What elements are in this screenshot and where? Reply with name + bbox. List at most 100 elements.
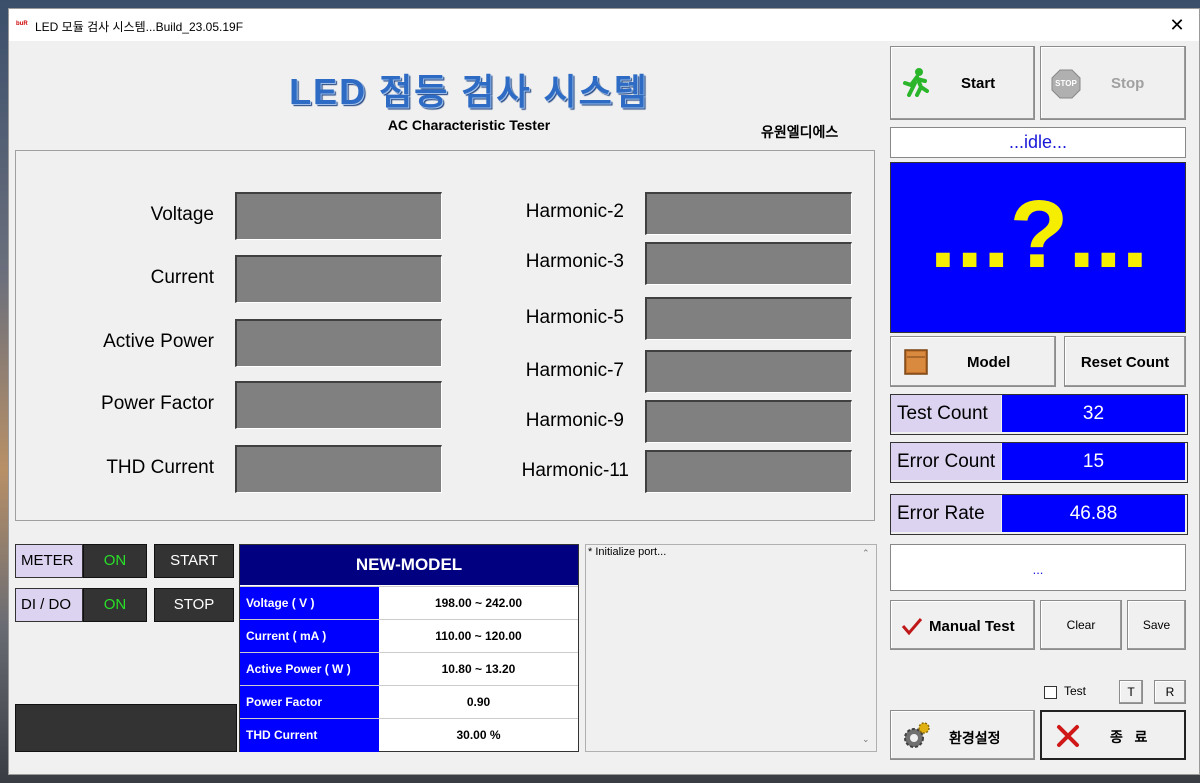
harmonic-3-value	[645, 242, 852, 285]
error-count-value: 15	[1002, 443, 1185, 480]
spec-value: 198.00 ~ 242.00	[434, 596, 523, 610]
error-count-row: Error Count 15	[890, 442, 1188, 483]
dido-toggle[interactable]: ON	[83, 588, 147, 622]
reset-count-label: Reset Count	[1080, 354, 1170, 371]
thd-current-value	[235, 445, 442, 493]
save-button[interactable]: Save	[1127, 600, 1186, 650]
company-name: 유원엘디에스	[761, 124, 839, 140]
result-indicator: ...?...	[929, 181, 1149, 288]
error-rate-row: Error Rate 46.88	[890, 494, 1188, 535]
clear-label: Clear	[1066, 618, 1096, 632]
spec-value: 0.90	[466, 695, 491, 709]
harmonic-label: Harmonic-2	[525, 201, 624, 222]
spec-key: Current ( mA )	[240, 620, 379, 653]
model-button[interactable]: Model	[890, 336, 1056, 387]
exit-button[interactable]: 종 료	[1040, 710, 1186, 760]
log-textarea[interactable]: * Initialize port... ⌃ ⌄	[585, 544, 877, 752]
app-window: buR LED 모듈 검사 시스템...Build_23.05.19F ✕ LE…	[8, 8, 1200, 775]
power-factor-value	[235, 381, 442, 429]
subtitle: AC Characteristic Tester	[387, 117, 551, 133]
running-man-icon	[903, 68, 929, 97]
measurement-panel: Voltage Current Active Power Power Facto…	[15, 150, 875, 521]
t-label: T	[1127, 685, 1135, 699]
test-count-value: 32	[1002, 395, 1185, 432]
scroll-down-icon[interactable]: ⌄	[862, 734, 870, 745]
harmonic-5-value	[645, 297, 852, 340]
close-button[interactable]: ✕	[1155, 9, 1199, 41]
meter-toggle[interactable]: ON	[83, 544, 147, 578]
harmonic-11-value	[645, 450, 852, 493]
window-title: LED 모듈 검사 시스템...Build_23.05.19F	[35, 20, 244, 34]
harmonic-label: Harmonic-7	[525, 360, 624, 381]
harmonic-9-value	[645, 400, 852, 443]
meter-label: METER	[15, 544, 83, 578]
save-label: Save	[1142, 618, 1171, 632]
title-bar: buR LED 모듈 검사 시스템...Build_23.05.19F ✕	[9, 9, 1199, 41]
spec-value: 10.80 ~ 13.20	[441, 662, 516, 676]
checkmark-icon	[901, 618, 923, 636]
main-title: LED 점등 검사 시스템	[289, 71, 649, 112]
test-checkbox[interactable]	[1044, 686, 1057, 699]
status-panel	[15, 704, 237, 752]
spec-value: 30.00 %	[456, 728, 501, 742]
start-label: Start	[961, 75, 996, 92]
t-button[interactable]: T	[1119, 680, 1143, 704]
harmonic-label: Harmonic-11	[521, 460, 629, 481]
measure-label: Power Factor	[101, 393, 214, 414]
gear-icon	[904, 722, 930, 748]
harmonic-label: Harmonic-5	[525, 307, 624, 328]
stop-sign-text: STOP	[1055, 79, 1077, 88]
table-row: THD Current 30.00 %	[240, 718, 578, 752]
harmonic-7-value	[645, 350, 852, 393]
table-row: Current ( mA ) 110.00 ~ 120.00	[240, 619, 578, 653]
test-checkbox-label: Test	[1064, 684, 1087, 698]
active-power-value	[235, 319, 442, 367]
voltage-value	[235, 192, 442, 240]
settings-button[interactable]: 환경설정	[890, 710, 1035, 760]
table-row: Active Power ( W ) 10.80 ~ 13.20	[240, 652, 578, 686]
start-button[interactable]: Start	[890, 46, 1035, 120]
measure-label: Active Power	[103, 331, 214, 352]
table-row: Power Factor 0.90	[240, 685, 578, 719]
test-count-row: Test Count 32	[890, 394, 1188, 435]
spec-table: NEW-MODEL Voltage ( V ) 198.00 ~ 242.00 …	[239, 544, 579, 752]
app-logo-icon: buR	[16, 21, 28, 27]
table-row: Voltage ( V ) 198.00 ~ 242.00	[240, 586, 578, 620]
dido-label: DI / DO	[15, 588, 83, 622]
book-icon	[904, 349, 928, 375]
result-display: ...?...	[890, 162, 1186, 333]
current-value	[235, 255, 442, 303]
exit-label: 종 료	[1110, 729, 1148, 745]
io-start-button[interactable]: START	[154, 544, 234, 578]
harmonic-label: Harmonic-3	[525, 251, 624, 272]
manual-test-button[interactable]: Manual Test	[890, 600, 1035, 650]
scroll-up-icon[interactable]: ⌃	[862, 548, 870, 559]
r-button[interactable]: R	[1154, 680, 1186, 704]
r-label: R	[1165, 685, 1175, 699]
spec-value: 110.00 ~ 120.00	[435, 629, 522, 643]
model-label: Model	[967, 354, 1011, 371]
spec-key: Power Factor	[240, 686, 379, 719]
reset-count-button[interactable]: Reset Count	[1064, 336, 1186, 387]
measure-label: Current	[150, 267, 214, 288]
manual-test-label: Manual Test	[929, 618, 1015, 635]
harmonic-2-value	[645, 192, 852, 235]
spec-key: THD Current	[240, 719, 379, 752]
measure-label: Voltage	[150, 204, 214, 225]
error-rate-label: Error Rate	[891, 495, 1001, 532]
clear-button[interactable]: Clear	[1040, 600, 1122, 650]
spec-key: Voltage ( V )	[240, 587, 379, 620]
stop-button[interactable]: STOP Stop	[1040, 46, 1186, 120]
log-scrollbar[interactable]: ⌃ ⌄	[860, 546, 876, 750]
spec-key: Active Power ( W )	[240, 653, 379, 686]
error-count-label: Error Count	[891, 443, 1001, 480]
status-display: ...idle...	[890, 127, 1186, 158]
harmonic-label: Harmonic-9	[525, 410, 624, 431]
message-display: ...	[890, 544, 1186, 591]
settings-label: 환경설정	[949, 730, 1001, 746]
test-count-label: Test Count	[891, 395, 1001, 432]
red-x-icon	[1057, 725, 1079, 747]
stop-label: Stop	[1111, 75, 1145, 92]
io-stop-button[interactable]: STOP	[154, 588, 234, 622]
error-rate-value: 46.88	[1002, 495, 1185, 532]
